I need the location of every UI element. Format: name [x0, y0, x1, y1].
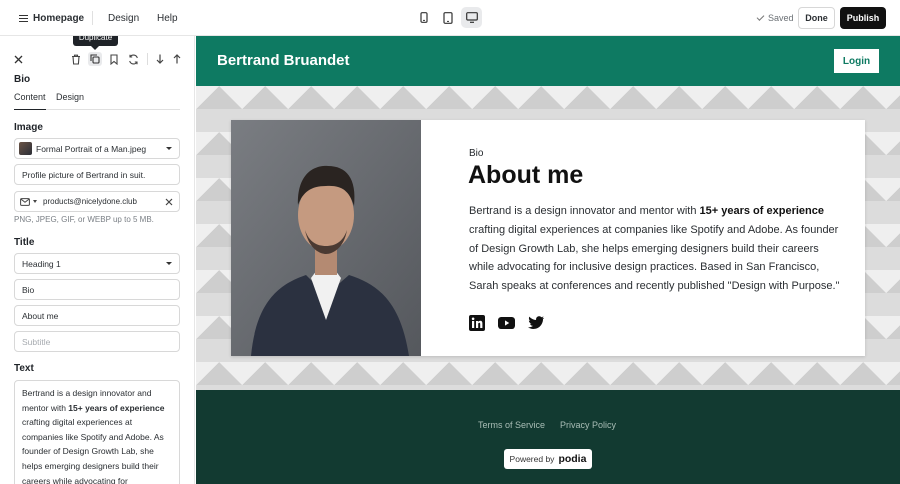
- youtube-link[interactable]: [497, 314, 515, 332]
- twitter-icon: [528, 316, 544, 329]
- bio-pre: Bertrand is a design innovator and mento…: [469, 205, 700, 217]
- title-value: About me: [22, 310, 59, 321]
- bookmark-icon: [110, 53, 118, 65]
- tablet-icon: [442, 11, 453, 24]
- heading-style-select[interactable]: Heading 1: [14, 253, 180, 274]
- terms-link[interactable]: Terms of Service: [478, 420, 545, 430]
- subtitle-input[interactable]: Subtitle: [14, 331, 180, 352]
- login-button[interactable]: Login: [834, 49, 879, 73]
- move-up-button[interactable]: [171, 53, 183, 65]
- save-status: Saved: [756, 0, 794, 36]
- close-panel-button[interactable]: [12, 53, 24, 65]
- powered-by-badge[interactable]: Powered by podia: [504, 449, 592, 469]
- panel-tabs: Content Design: [14, 92, 180, 110]
- profile-photo: [231, 120, 421, 356]
- bio-post: crafting digital experiences at companie…: [469, 223, 840, 293]
- privacy-link[interactable]: Privacy Policy: [560, 420, 616, 430]
- chevron-down-icon: [166, 147, 172, 150]
- bio-kicker: Bio: [469, 148, 484, 159]
- bio-card[interactable]: Bio About me Bertrand is a design innova…: [231, 120, 865, 356]
- arrow-up-icon: [173, 54, 181, 64]
- linkedin-icon: [469, 315, 485, 331]
- replace-block-button[interactable]: [127, 53, 139, 65]
- link-type-chevron-icon[interactable]: [33, 200, 37, 203]
- mail-icon: [20, 197, 30, 206]
- tab-content[interactable]: Content: [14, 92, 46, 110]
- duplicate-tooltip: Duplicate: [73, 36, 118, 50]
- powered-by-label: Powered by: [509, 454, 555, 464]
- editor-panel: Duplicate Bio Content Design Image Forma…: [0, 36, 195, 484]
- duplicate-block-button[interactable]: [88, 52, 102, 66]
- title-section-heading: Title: [14, 237, 35, 248]
- duplicate-icon: [90, 54, 100, 64]
- bio-text-post: crafting digital experiences at companie…: [22, 417, 164, 484]
- homepage-menu-label: Homepage: [33, 12, 85, 24]
- tab-design[interactable]: Design: [56, 92, 84, 110]
- block-title: Bio: [14, 74, 31, 85]
- hamburger-icon: [19, 14, 28, 22]
- desktop-view-button[interactable]: [461, 7, 482, 28]
- save-status-label: Saved: [768, 13, 794, 23]
- homepage-menu-button[interactable]: Homepage: [19, 0, 84, 36]
- design-menu-button[interactable]: Design: [108, 0, 139, 36]
- toolbar-divider: [147, 53, 148, 65]
- bio-paragraph: Bertrand is a design innovator and mento…: [469, 202, 845, 296]
- publish-button[interactable]: Publish: [840, 7, 886, 29]
- site-name: Bertrand Bruandet: [217, 52, 350, 69]
- site-header: Bertrand Bruandet Login: [196, 36, 900, 86]
- desktop-icon: [465, 12, 478, 23]
- arrow-down-icon: [156, 54, 164, 64]
- move-down-button[interactable]: [154, 53, 166, 65]
- chevron-down-icon: [166, 262, 172, 265]
- image-file-select[interactable]: Formal Portrait of a Man.jpeg: [14, 138, 180, 159]
- top-bar: Homepage Design Help Saved Done Publish: [0, 0, 900, 36]
- site-preview: Bertrand Bruandet Login Bio About me Ber…: [196, 36, 900, 484]
- image-link-value: products@nicelydone.club: [43, 197, 137, 206]
- topbar-divider: [92, 11, 93, 25]
- close-icon: [14, 55, 22, 63]
- linkedin-link[interactable]: [468, 314, 486, 332]
- image-thumbnail: [19, 142, 32, 155]
- kicker-input[interactable]: Bio: [14, 279, 180, 300]
- text-section-heading: Text: [14, 363, 34, 374]
- title-input[interactable]: About me: [14, 305, 180, 326]
- done-button[interactable]: Done: [798, 7, 835, 29]
- site-footer: Terms of Service Privacy Policy Powered …: [196, 390, 900, 484]
- tablet-view-button[interactable]: [437, 7, 458, 28]
- image-alt-text-input[interactable]: Profile picture of Bertrand in suit.: [14, 164, 180, 185]
- delete-block-button[interactable]: [70, 53, 82, 65]
- heading-style-value: Heading 1: [22, 258, 61, 269]
- image-file-name: Formal Portrait of a Man.jpeg: [36, 143, 147, 154]
- bio-text-bold: 15+ years of experience: [68, 402, 165, 413]
- twitter-link[interactable]: [527, 314, 545, 332]
- image-section-heading: Image: [14, 122, 43, 133]
- kicker-value: Bio: [22, 284, 35, 295]
- bio-heading: About me: [468, 161, 584, 189]
- bio-text-editor[interactable]: Bertrand is a design innovator and mento…: [14, 380, 180, 484]
- bio-bold: 15+ years of experience: [699, 205, 824, 217]
- save-block-button[interactable]: [108, 53, 120, 65]
- check-icon: [756, 12, 765, 21]
- image-format-hint: PNG, JPEG, GIF, or WEBP up to 5 MB.: [14, 215, 154, 224]
- trash-icon: [72, 54, 80, 65]
- image-link-input[interactable]: products@nicelydone.club: [14, 191, 180, 212]
- portrait-illustration: [231, 120, 421, 356]
- refresh-icon: [128, 54, 138, 64]
- youtube-icon: [497, 317, 515, 329]
- mobile-icon: [419, 12, 428, 23]
- podia-logo: podia: [558, 453, 587, 465]
- mobile-view-button[interactable]: [413, 7, 434, 28]
- help-menu-button[interactable]: Help: [157, 0, 178, 36]
- clear-icon[interactable]: [165, 198, 173, 206]
- subtitle-placeholder: Subtitle: [22, 336, 51, 347]
- image-alt-text-value: Profile picture of Bertrand in suit.: [22, 169, 146, 180]
